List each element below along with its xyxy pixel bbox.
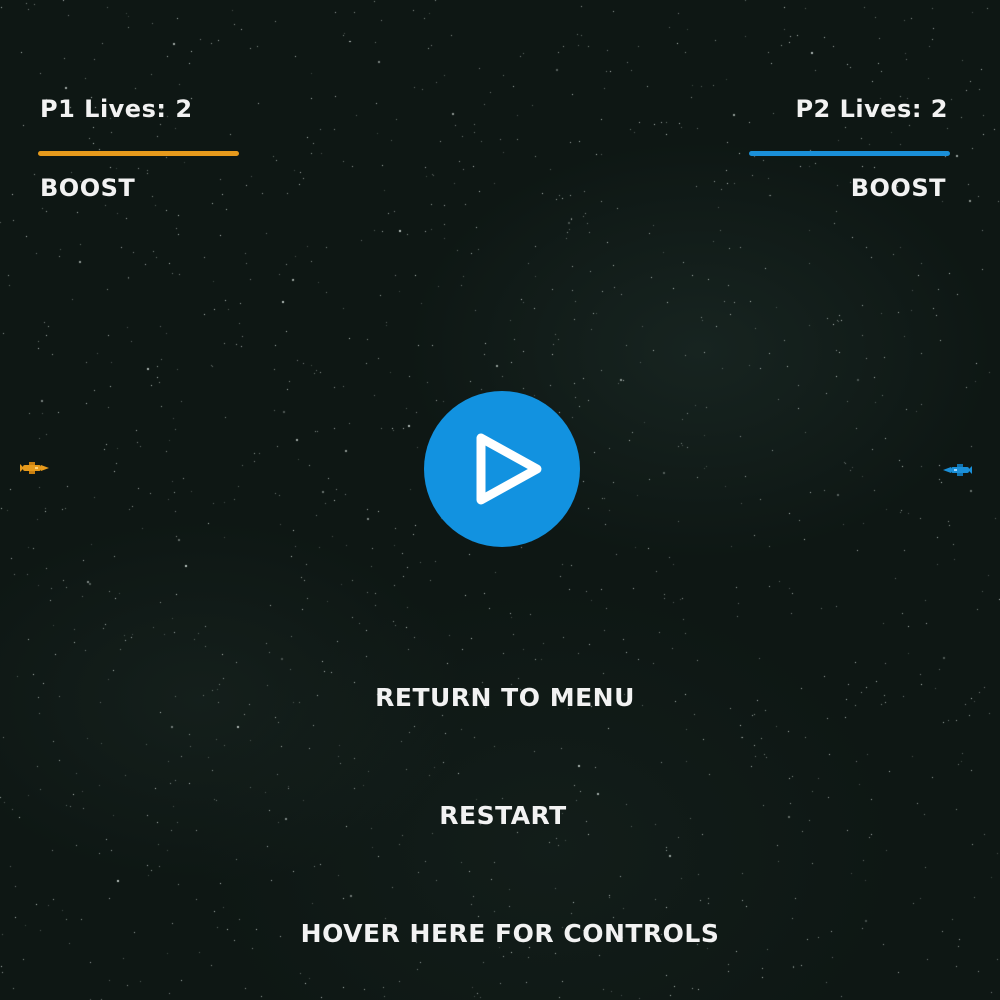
p1-boost-bar [38, 151, 239, 156]
orange-ship-icon [20, 460, 50, 474]
p1-lives-label: P1 Lives: 2 [40, 95, 193, 123]
controls-hover-button[interactable]: HOVER HERE FOR CONTROLS [10, 919, 1000, 948]
p2-boost-bar [749, 151, 950, 156]
game-screen: P1 Lives: 2 BOOST P2 Lives: 2 BOOST RETU… [0, 0, 1000, 1000]
p1-boost-label: BOOST [40, 174, 136, 202]
restart-button[interactable]: RESTART [3, 801, 1000, 830]
p2-boost-fill [749, 151, 950, 156]
play-button[interactable] [424, 391, 580, 547]
p2-boost-label: BOOST [850, 174, 946, 202]
blue-ship-icon [942, 462, 972, 476]
return-to-menu-button[interactable]: RETURN TO MENU [5, 683, 1000, 712]
p2-lives-label: P2 Lives: 2 [795, 95, 948, 123]
p1-boost-fill [38, 151, 239, 156]
play-icon [476, 433, 542, 505]
